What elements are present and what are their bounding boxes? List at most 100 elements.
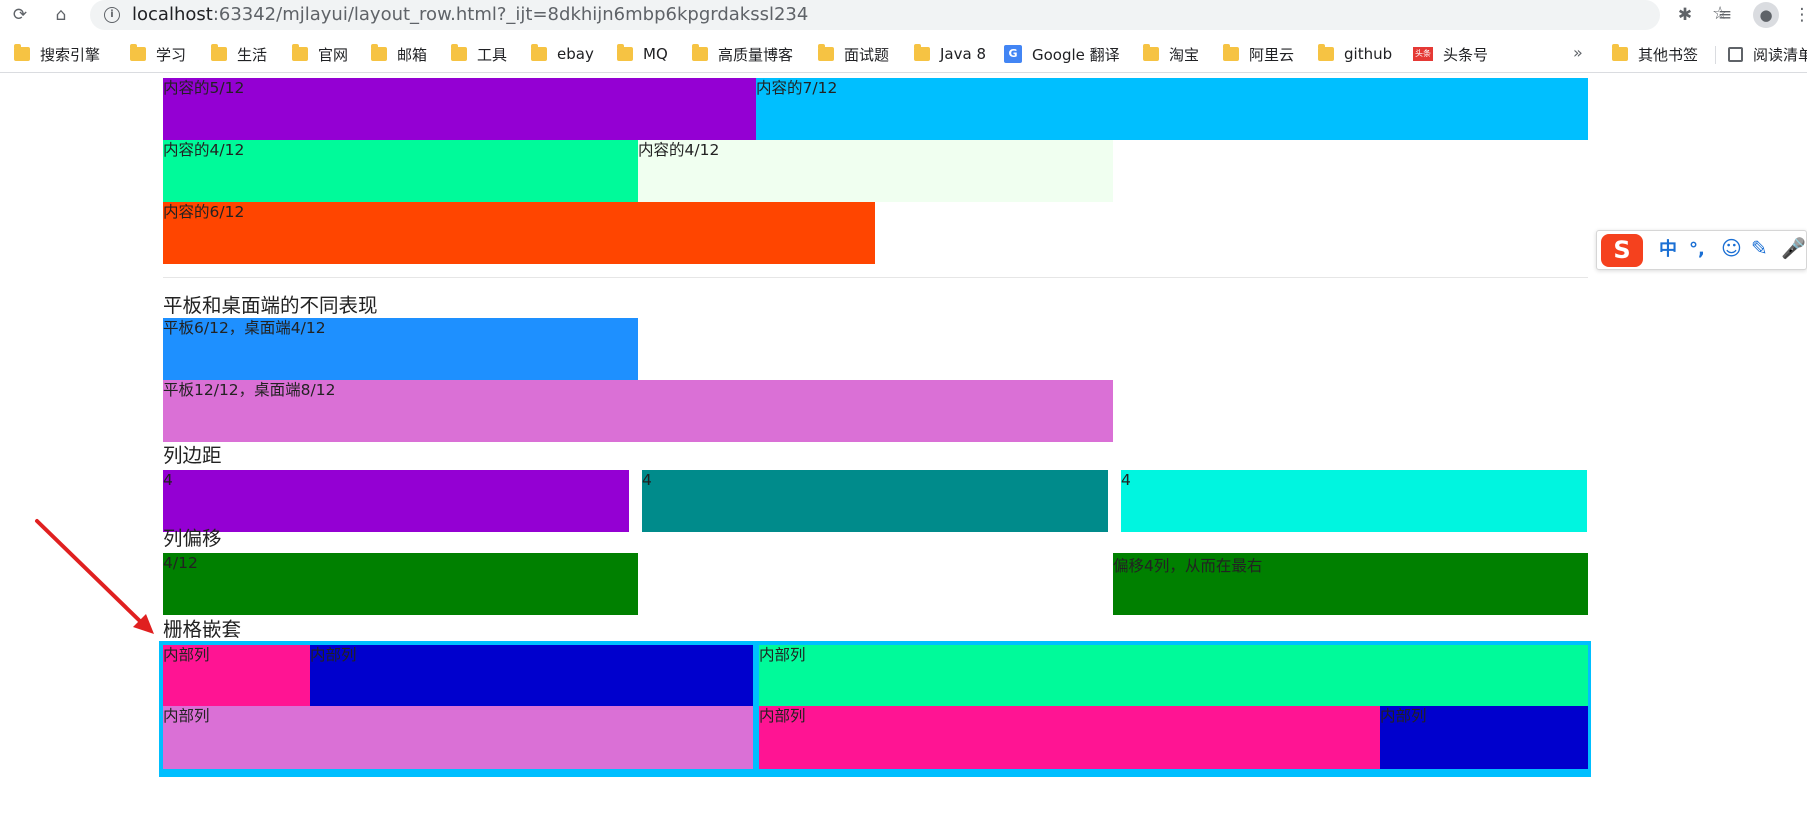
url-host: localhost: [132, 4, 213, 25]
grid-block-label: 内部列: [310, 646, 357, 664]
folder-icon: [1223, 44, 1239, 61]
bookmark-label: 邮箱: [397, 45, 428, 64]
bookmark-label: Google 翻译: [1032, 45, 1120, 64]
extensions-icon[interactable]: ✱: [1673, 3, 1697, 27]
menu-icon[interactable]: ⋮: [1790, 3, 1807, 27]
grid-block: 内容的6/12: [163, 202, 875, 264]
bookmark-label: 阅读清单: [1753, 45, 1807, 64]
bookmark-label: 头条号: [1443, 45, 1489, 64]
sogou-logo-icon[interactable]: S: [1601, 234, 1643, 267]
folder-icon: [531, 44, 547, 61]
grid-block-label: 4: [1121, 471, 1131, 489]
folder-icon: [692, 44, 708, 61]
ime-toolbar[interactable]: S 中 °, ☺ ✎ 🎤: [1596, 230, 1807, 270]
folder-icon: [130, 44, 146, 61]
bookmark-folder[interactable]: ebay: [531, 43, 594, 65]
divider-line: [163, 277, 1588, 278]
browser-toolbar: ⟳ ⌂ i localhost:63342/mjlayui/layout_row…: [0, 0, 1807, 30]
bookmark-folder[interactable]: Java 8: [914, 43, 986, 65]
bookmark-label: 淘宝: [1169, 45, 1200, 64]
grid-block: 内容的4/12: [638, 140, 1113, 202]
grid-block: 内部列: [1380, 706, 1588, 769]
bookmark-folder[interactable]: 搜索引擎: [14, 43, 100, 65]
bookmark-folder[interactable]: 工具: [451, 43, 507, 65]
folder-icon: [617, 44, 633, 61]
bookmark-divider: [1715, 46, 1716, 64]
folder-icon: [371, 44, 387, 61]
bookmark-folder[interactable]: 邮箱: [371, 43, 427, 65]
bookmark-folder[interactable]: 阿里云: [1223, 43, 1294, 65]
reading-list-icon: [1728, 46, 1743, 62]
ime-language-toggle[interactable]: 中: [1659, 239, 1677, 261]
grid-block-label: 内部列: [1380, 707, 1427, 725]
grid-block: 偏移4列，从而在最右: [1113, 553, 1588, 615]
google-translate-icon: G: [1004, 45, 1022, 63]
bookmark-folder[interactable]: 生活: [211, 43, 267, 65]
bookmark-label: MQ: [643, 45, 668, 63]
smiley-icon[interactable]: ☺: [1721, 237, 1742, 259]
home-icon[interactable]: ⌂: [49, 3, 73, 27]
bookmark-label: 其他书签: [1638, 45, 1699, 64]
bookmark-google-translate[interactable]: G Google 翻译: [1004, 43, 1120, 65]
grid-block: 内部列: [759, 645, 1588, 706]
grid-block-label: 内部列: [759, 707, 806, 725]
bookmark-folder[interactable]: 学习: [130, 43, 186, 65]
toutiao-icon: 头条: [1413, 47, 1433, 61]
page-content: 内容的5/12 内容的7/12 内容的4/12 内容的4/12 内容的6/12 …: [0, 78, 1807, 817]
grid-block: 内部列: [310, 645, 753, 706]
bookmark-folder[interactable]: MQ: [617, 43, 668, 65]
grid-block: 内部列: [163, 706, 753, 769]
more-bookmarks-button[interactable]: »: [1573, 43, 1583, 62]
bookmark-label: 生活: [237, 45, 268, 64]
grid-block-label: 内部列: [759, 646, 806, 664]
ime-punctuation-toggle[interactable]: °,: [1689, 239, 1705, 261]
grid-block: 平板12/12，桌面端8/12: [163, 380, 1113, 442]
pen-icon[interactable]: ✎: [1751, 237, 1768, 259]
grid-block-label: 内容的4/12: [638, 141, 720, 159]
bookmark-label: 面试题: [844, 45, 890, 64]
grid-block: 4/12: [163, 553, 638, 615]
bookmark-folder[interactable]: 面试题: [818, 43, 889, 65]
grid-block-label: 4: [642, 471, 652, 489]
bookmark-folder[interactable]: 官网: [292, 43, 348, 65]
bookmark-label: 学习: [156, 45, 187, 64]
folder-icon: [451, 44, 467, 61]
reading-list-button[interactable]: 阅读清单: [1728, 43, 1807, 65]
bookmark-label: github: [1344, 45, 1393, 63]
grid-block: 4: [163, 470, 629, 532]
grid-block: 内容的5/12: [163, 78, 756, 140]
grid-block: 内容的7/12: [756, 78, 1588, 140]
url-text[interactable]: localhost:63342/mjlayui/layout_row.html?…: [132, 4, 808, 26]
reading-mode-icon[interactable]: ≡: [1713, 3, 1737, 27]
folder-icon: [292, 44, 308, 61]
reload-icon[interactable]: ⟳: [8, 3, 32, 27]
profile-avatar-icon[interactable]: ●: [1753, 2, 1779, 28]
microphone-icon[interactable]: 🎤: [1781, 237, 1806, 259]
grid-block-label: 内部列: [163, 707, 210, 725]
arrow-shaft: [35, 519, 146, 627]
bookmark-label: 阿里云: [1249, 45, 1295, 64]
bookmarks-bar: 搜索引擎 学习 生活 官网 邮箱 工具 ebay MQ 高质量博客 面试题 Ja…: [0, 37, 1807, 73]
grid-block: 内容的4/12: [163, 140, 638, 202]
bookmark-folder[interactable]: github: [1318, 43, 1392, 65]
folder-icon: [211, 44, 227, 61]
folder-icon: [1612, 44, 1628, 61]
url-path: :63342/mjlayui/layout_row.html?_ijt=8dkh…: [212, 4, 809, 25]
grid-block-label: 内容的7/12: [756, 79, 838, 97]
bookmark-folder[interactable]: 淘宝: [1143, 43, 1199, 65]
bookmark-folder[interactable]: 高质量博客: [692, 43, 793, 65]
grid-block: 4: [642, 470, 1108, 532]
grid-block: 平板6/12，桌面端4/12: [163, 318, 638, 380]
folder-icon: [914, 44, 930, 61]
address-bar[interactable]: i localhost:63342/mjlayui/layout_row.htm…: [90, 0, 1728, 30]
folder-icon: [1318, 44, 1334, 61]
other-bookmarks-folder[interactable]: 其他书签: [1612, 43, 1698, 65]
bookmark-label: ebay: [557, 45, 594, 63]
folder-icon: [818, 44, 834, 61]
folder-icon: [14, 44, 30, 61]
site-info-icon[interactable]: i: [104, 7, 120, 23]
grid-block: 内部列: [759, 706, 1380, 769]
annotation-arrow: [35, 519, 154, 634]
bookmark-toutiao[interactable]: 头条 头条号: [1413, 43, 1488, 65]
bookmark-label: 官网: [318, 45, 349, 64]
